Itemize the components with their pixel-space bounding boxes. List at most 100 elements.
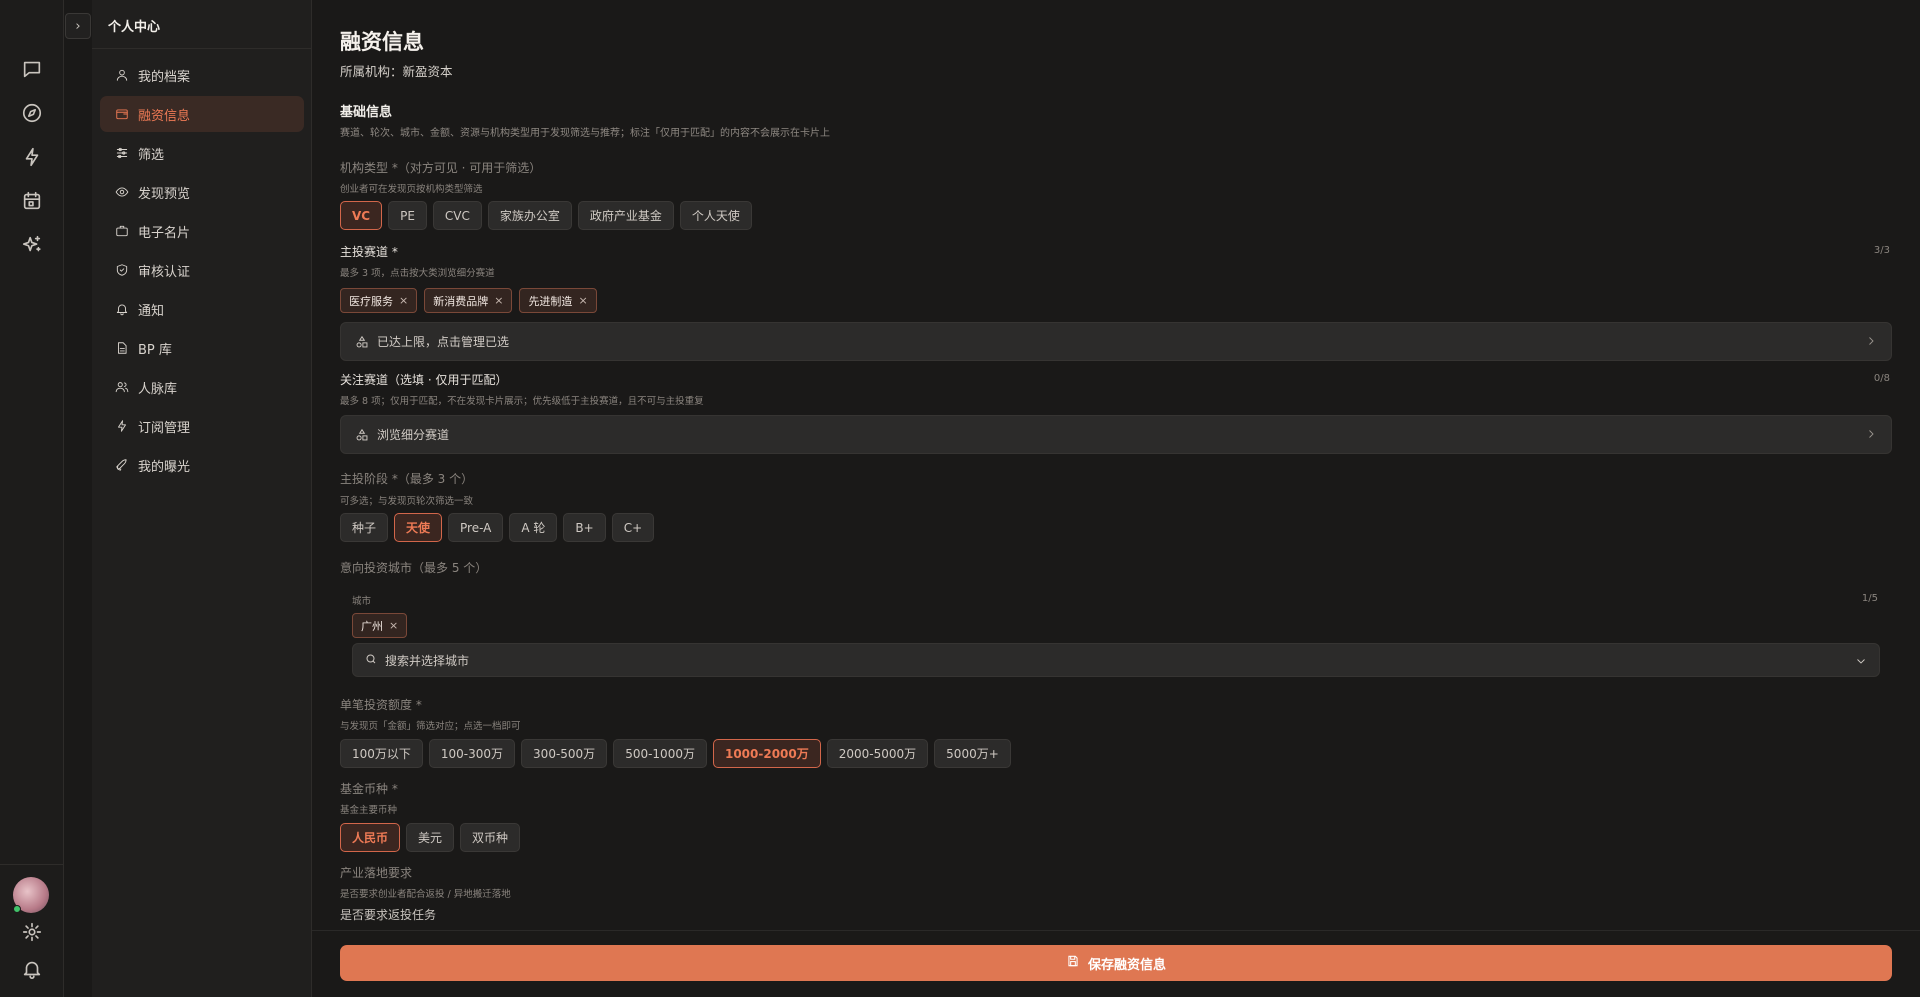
- bell-icon: [114, 301, 130, 317]
- user-icon: [114, 67, 130, 83]
- amount-option[interactable]: 300-500万: [521, 739, 608, 768]
- org-type-label: 机构类型 *（对方可见 · 可用于筛选）: [340, 161, 542, 175]
- main-track-label: 主投赛道 *: [340, 245, 398, 259]
- stage-option[interactable]: 天使: [394, 513, 443, 542]
- sidebar-item-label: 筛选: [138, 147, 165, 163]
- org-type-option[interactable]: VC: [340, 201, 383, 230]
- sidebar-toggle-button[interactable]: ›: [65, 13, 91, 39]
- currency-option[interactable]: 双币种: [460, 823, 521, 852]
- chevron-right-icon: [1865, 428, 1877, 440]
- amount-label: 单笔投资额度 *: [340, 698, 422, 712]
- org-type-hint: 创业者可在发现页按机构类型筛选: [340, 184, 483, 195]
- briefcase-icon: [114, 223, 130, 239]
- sidebar-item-label: 订阅管理: [138, 420, 191, 436]
- browse-focus-track-button[interactable]: 浏览细分赛道: [340, 415, 1892, 454]
- search-icon: [365, 653, 385, 668]
- manage-main-track-text: 已达上限，点击管理已选: [377, 335, 510, 349]
- eye-icon: [114, 184, 130, 200]
- amount-option[interactable]: 500-1000万: [613, 739, 707, 768]
- sidebar-item-verification[interactable]: 审核认证: [100, 252, 304, 288]
- city-search-input[interactable]: 搜索并选择城市: [352, 643, 1880, 677]
- currency-option[interactable]: 美元: [406, 823, 455, 852]
- org-type-option[interactable]: 家族办公室: [487, 201, 572, 230]
- sidebar-item-financing[interactable]: 融资信息: [100, 96, 304, 132]
- close-icon[interactable]: ×: [494, 294, 503, 307]
- sidebar-item-business-card[interactable]: 电子名片: [100, 213, 304, 249]
- focus-track-label: 关注赛道（选填 · 仅用于匹配）: [340, 373, 508, 387]
- focus-track-counter: 0/8: [1873, 373, 1890, 384]
- org-type-option[interactable]: CVC: [432, 201, 482, 230]
- sidebar-item-filter[interactable]: 筛选: [100, 135, 304, 171]
- calendar-icon[interactable]: [18, 187, 46, 215]
- footer-divider: [312, 930, 1920, 931]
- chat-icon[interactable]: [18, 55, 46, 83]
- save-button-label: 保存融资信息: [1087, 957, 1166, 973]
- sidebar-item-discover-preview[interactable]: 发现预览: [100, 174, 304, 210]
- stage-label: 主投阶段 *（最多 3 个）: [340, 472, 474, 486]
- sliders-icon: [114, 145, 130, 161]
- org-type-option[interactable]: PE: [388, 201, 427, 230]
- city-label: 意向投资城市（最多 5 个）: [340, 561, 488, 575]
- main-content: 融资信息 所属机构：新盈资本 基础信息 赛道、轮次、城市、金额、资源与机构类型用…: [312, 0, 1920, 997]
- manage-main-track-button[interactable]: 已达上限，点击管理已选: [340, 322, 1892, 361]
- bolt-icon[interactable]: [18, 143, 46, 171]
- bell-icon[interactable]: [18, 955, 46, 983]
- close-icon[interactable]: ×: [389, 619, 398, 632]
- sidebar-item-bp-library[interactable]: BP 库: [100, 330, 304, 366]
- sidebar-item-label: 审核认证: [138, 264, 191, 280]
- stage-option[interactable]: B+: [563, 513, 606, 542]
- stage-option[interactable]: Pre-A: [448, 513, 504, 542]
- city-counter: 1/5: [1861, 593, 1878, 604]
- sidebar-item-subscriptions[interactable]: 订阅管理: [100, 408, 304, 444]
- rail-divider: [0, 864, 64, 865]
- categories-icon: [355, 428, 369, 442]
- main-track-tag: 医疗服务 ×: [340, 288, 418, 313]
- amount-hint: 与发现页「金额」筛选对应；点选一档即可: [340, 721, 521, 732]
- amount-option[interactable]: 5000万+: [934, 739, 1011, 768]
- currency-option[interactable]: 人民币: [340, 823, 401, 852]
- save-financing-button[interactable]: 保存融资信息: [340, 945, 1892, 981]
- org-type-option[interactable]: 政府产业基金: [577, 201, 674, 230]
- amount-options: 100万以下 100-300万 300-500万 500-1000万 1000-…: [340, 739, 1011, 768]
- tag-label: 先进制造: [528, 294, 573, 308]
- city-search-placeholder: 搜索并选择城市: [385, 653, 470, 668]
- stage-option[interactable]: 种子: [340, 513, 389, 542]
- users-icon: [114, 379, 130, 395]
- icon-rail: [0, 0, 64, 997]
- save-icon: [1066, 954, 1088, 972]
- stage-option[interactable]: C+: [611, 513, 655, 542]
- main-track-hint: 最多 3 项，点击按大类浏览细分赛道: [340, 268, 495, 279]
- sidebar-item-exposure[interactable]: 我的曝光: [100, 447, 304, 483]
- compass-icon[interactable]: [18, 99, 46, 127]
- stage-option[interactable]: A 轮: [509, 513, 558, 542]
- tag-label: 医疗服务: [349, 294, 393, 308]
- amount-option[interactable]: 100万以下: [340, 739, 423, 768]
- shield-check-icon: [114, 262, 130, 278]
- main-track-tag: 新消费品牌 ×: [424, 288, 513, 313]
- sidebar-item-notifications[interactable]: 通知: [100, 291, 304, 327]
- amount-option[interactable]: 100-300万: [428, 739, 516, 768]
- currency-hint: 基金主要币种: [340, 805, 398, 816]
- close-icon[interactable]: ×: [578, 294, 587, 307]
- industry-hint: 是否要求创业者配合返投 / 异地搬迁落地: [340, 889, 511, 900]
- city-inner-label: 城市: [352, 596, 372, 607]
- sidebar-item-label: 我的档案: [138, 69, 191, 85]
- sidebar-item-label: 通知: [138, 303, 165, 319]
- main-track-tag: 先进制造 ×: [519, 288, 597, 313]
- currency-label: 基金币种 *: [340, 782, 398, 796]
- bolt-icon: [114, 418, 130, 434]
- sidebar: 个人中心 我的档案 融资信息 筛选 发现预览 电子名片 审核认证 通知 BP 库…: [92, 0, 312, 997]
- browse-focus-track-text: 浏览细分赛道: [377, 428, 450, 442]
- sidebar-item-label: 发现预览: [138, 186, 191, 202]
- org-type-option[interactable]: 个人天使: [679, 201, 752, 230]
- sidebar-item-profile[interactable]: 我的档案: [100, 57, 304, 93]
- close-icon[interactable]: ×: [399, 294, 408, 307]
- gear-icon[interactable]: [18, 918, 46, 946]
- sidebar-item-label: 我的曝光: [138, 459, 191, 475]
- sparkle-icon[interactable]: [18, 231, 46, 259]
- city-tag: 广州 ×: [352, 613, 408, 638]
- stage-hint: 可多选；与发现页轮次筛选一致: [340, 496, 474, 507]
- amount-option[interactable]: 1000-2000万: [712, 739, 821, 768]
- amount-option[interactable]: 2000-5000万: [826, 739, 929, 768]
- sidebar-item-contacts[interactable]: 人脉库: [100, 369, 304, 405]
